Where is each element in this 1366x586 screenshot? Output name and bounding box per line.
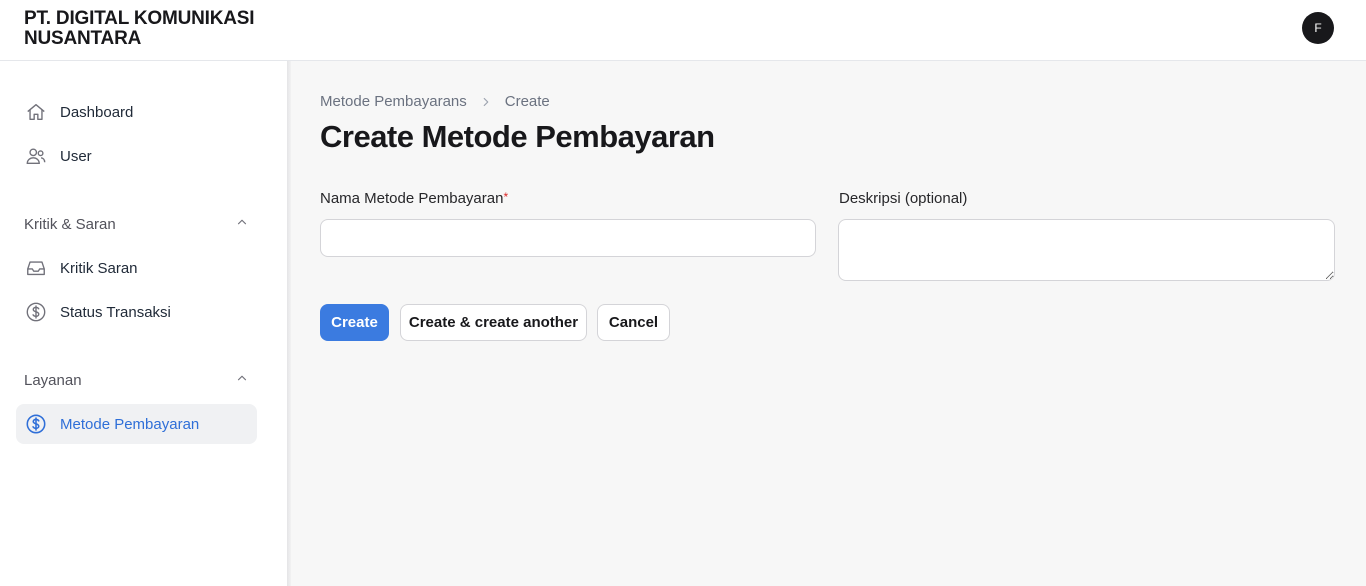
- sidebar-group-label: Layanan: [24, 371, 82, 389]
- sidebar-item-label: Dashboard: [60, 103, 134, 121]
- name-label-text: Nama Metode Pembayaran: [320, 190, 504, 207]
- users-icon: [24, 144, 48, 168]
- home-icon: [24, 100, 48, 124]
- user-avatar[interactable]: F: [1302, 12, 1334, 44]
- sidebar-divider: [287, 61, 291, 586]
- dollar-circle-icon: [24, 300, 48, 324]
- brand-title[interactable]: PT. DIGITAL KOMUNIKASI NUSANTARA: [24, 9, 304, 49]
- topbar: PT. DIGITAL KOMUNIKASI NUSANTARA F: [0, 0, 1366, 61]
- sidebar-item-label: User: [60, 147, 92, 165]
- chevron-up-icon[interactable]: [235, 371, 249, 389]
- sidebar-item-status-transaksi[interactable]: Status Transaksi: [16, 292, 257, 332]
- sidebar-item-label: Status Transaksi: [60, 303, 171, 321]
- sidebar-item-dashboard[interactable]: Dashboard: [16, 92, 257, 132]
- create-button[interactable]: Create: [320, 304, 389, 341]
- description-field-label: Deskripsi (optional): [839, 190, 968, 207]
- sidebar-item-user[interactable]: User: [16, 136, 257, 176]
- sidebar-item-metode-pembayaran[interactable]: Metode Pembayaran: [16, 404, 257, 444]
- page-title: Create Metode Pembayaran: [320, 119, 715, 154]
- description-textarea[interactable]: [838, 219, 1335, 281]
- sidebar-group-label: Kritik & Saran: [24, 215, 116, 233]
- sidebar-group-layanan[interactable]: Layanan: [24, 370, 249, 390]
- create-another-button[interactable]: Create & create another: [400, 304, 587, 341]
- sidebar-item-label: Metode Pembayaran: [60, 415, 200, 433]
- name-input[interactable]: [320, 219, 816, 257]
- breadcrumb: Metode Pembayarans Create: [320, 93, 550, 110]
- name-field-label: Nama Metode Pembayaran*: [320, 190, 508, 207]
- sidebar-item-kritik-saran[interactable]: Kritik Saran: [16, 248, 257, 288]
- sidebar-group-kritik-saran[interactable]: Kritik & Saran: [24, 214, 249, 234]
- inbox-icon: [24, 256, 48, 280]
- chevron-right-icon: [479, 95, 493, 109]
- dollar-circle-icon: [24, 412, 48, 436]
- chevron-up-icon[interactable]: [235, 215, 249, 233]
- required-mark: *: [503, 190, 509, 204]
- breadcrumb-parent-link[interactable]: Metode Pembayarans: [320, 93, 467, 110]
- cancel-button[interactable]: Cancel: [597, 304, 670, 341]
- breadcrumb-current: Create: [504, 93, 550, 110]
- sidebar-item-label: Kritik Saran: [60, 259, 138, 277]
